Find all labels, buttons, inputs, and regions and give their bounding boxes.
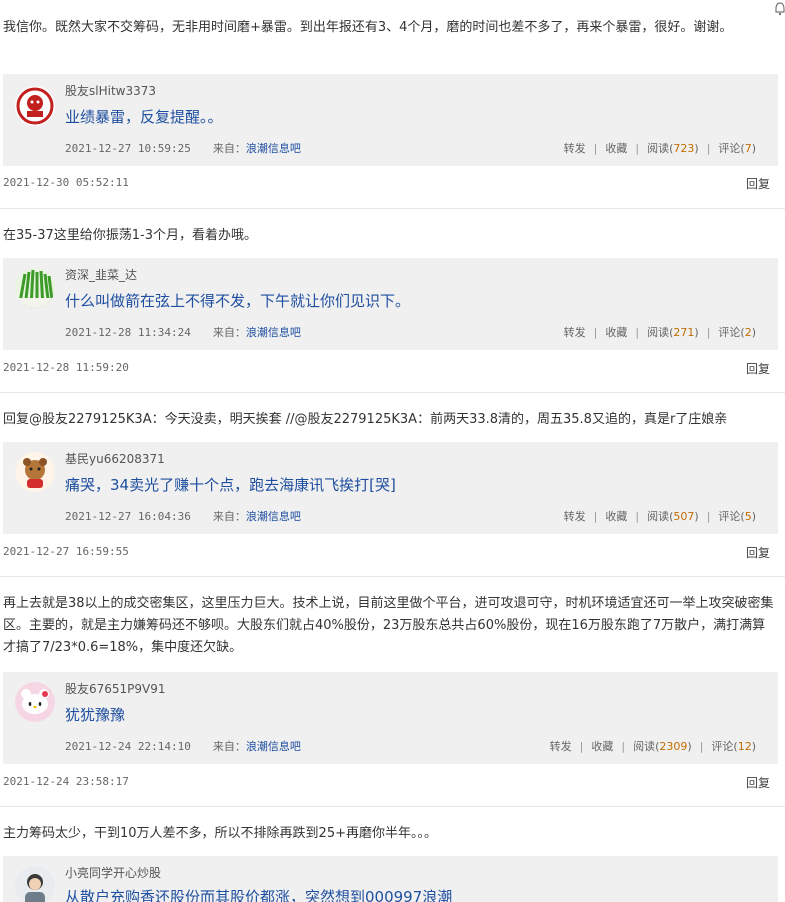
read-count: 阅读(2309) <box>633 740 692 753</box>
chives-avatar[interactable] <box>15 268 55 308</box>
reply-item: 再上去就是38以上的成交密集区，这里压力巨大。技术上说，目前这里做个平台，进可攻… <box>0 576 785 807</box>
quote-author[interactable]: 股友67651P9V91 <box>65 680 166 697</box>
comment-button[interactable]: 评论(5) <box>718 510 756 523</box>
source-link[interactable]: 浪潮信息吧 <box>246 740 301 753</box>
quote-actions: 转发 | 收藏 | 阅读(2309) | 评论(12) <box>549 740 756 753</box>
reply-button[interactable]: 回复 <box>746 544 770 561</box>
reply-text: 回复@股友2279125K3A：今天没卖，明天挨套 //@股友2279125K3… <box>3 412 728 427</box>
quoted-post: 股友67651P9V91 犹犹豫豫 2021-12-24 22:14:10 来自：… <box>3 672 778 764</box>
reply-item: 主力筹码太少，干到10万人差不多，所以不排除再跌到25+再磨你半年。。。 小亮同… <box>0 806 785 902</box>
read-count: 阅读(507) <box>647 510 699 523</box>
reply-text: 我信你。既然大家不交筹码，无非用时间磨+暴雷。到出年报还有3、4个月，磨的时间也… <box>3 20 733 35</box>
reply-item: 在35-37这里给你振荡1-3个月，看着办哦。 资深_韭菜_达 什么叫做箭在弦上… <box>0 208 785 393</box>
read-count: 阅读(723) <box>647 142 699 155</box>
person-avatar[interactable] <box>15 866 55 902</box>
quote-text[interactable]: 犹犹豫豫 <box>65 704 125 725</box>
comment-button[interactable]: 评论(2) <box>718 326 756 339</box>
comment-button[interactable]: 评论(12) <box>711 740 756 753</box>
quote-meta: 2021-12-27 10:59:25 来自：浪潮信息吧 <box>65 140 301 156</box>
quote-author[interactable]: 资深_韭菜_达 <box>65 266 137 283</box>
collect-button[interactable]: 收藏 <box>605 510 627 523</box>
comment-button[interactable]: 评论(7) <box>718 142 756 155</box>
red-seal-avatar[interactable] <box>15 86 55 126</box>
quote-meta: 2021-12-27 16:04:36 来自：浪潮信息吧 <box>65 508 301 524</box>
quote-time: 2021-12-28 11:34:24 <box>65 326 191 339</box>
reply-button[interactable]: 回复 <box>746 774 770 791</box>
collect-button[interactable]: 收藏 <box>591 740 613 753</box>
quote-text[interactable]: 业绩暴雷，反复提醒。。 <box>65 106 223 127</box>
quoted-post: 小亮同学开心炒股 从散户充购香还股份而其股价都涨，突然想到000997浪潮 <box>3 856 778 902</box>
quote-text[interactable]: 从散户充购香还股份而其股价都涨，突然想到000997浪潮 <box>65 886 452 902</box>
reply-text: 再上去就是38以上的成交密集区，这里压力巨大。技术上说，目前这里做个平台，进可攻… <box>3 596 774 655</box>
forward-button[interactable]: 转发 <box>550 740 572 753</box>
source-label: 来自： <box>212 326 246 339</box>
collect-button[interactable]: 收藏 <box>605 142 627 155</box>
forward-button[interactable]: 转发 <box>564 326 586 339</box>
forward-button[interactable]: 转发 <box>564 510 586 523</box>
reply-item: 回复@股友2279125K3A：今天没卖，明天挨套 //@股友2279125K3… <box>0 392 785 577</box>
forward-button[interactable]: 转发 <box>564 142 586 155</box>
source-link[interactable]: 浪潮信息吧 <box>246 326 301 339</box>
quote-author[interactable]: 股友slHitw3373 <box>65 82 156 99</box>
post-time: 2021-12-30 05:52:11 <box>3 176 129 189</box>
source-label: 来自： <box>212 740 246 753</box>
read-count: 阅读(271) <box>647 326 699 339</box>
quote-actions: 转发 | 收藏 | 阅读(507) | 评论(5) <box>563 510 756 523</box>
reply-button[interactable]: 回复 <box>746 360 770 377</box>
source-label: 来自： <box>212 142 246 155</box>
quote-actions: 转发 | 收藏 | 阅读(271) | 评论(2) <box>563 326 756 339</box>
source-link[interactable]: 浪潮信息吧 <box>246 142 301 155</box>
quote-time: 2021-12-24 22:14:10 <box>65 740 191 753</box>
source-label: 来自： <box>212 510 246 523</box>
hello-kitty-avatar[interactable] <box>15 682 55 722</box>
reply-text: 在35-37这里给你振荡1-3个月，看着办哦。 <box>3 228 258 243</box>
post-time: 2021-12-27 16:59:55 <box>3 545 129 558</box>
quote-author[interactable]: 基民yu66208371 <box>65 450 165 467</box>
quote-time: 2021-12-27 16:04:36 <box>65 510 191 523</box>
post-time: 2021-12-28 11:59:20 <box>3 361 129 374</box>
reply-text: 主力筹码太少，干到10万人差不多，所以不排除再跌到25+再磨你半年。。。 <box>3 826 437 841</box>
quoted-post: 资深_韭菜_达 什么叫做箭在弦上不得不发，下午就让你们见识下。 2021-12-… <box>3 258 778 350</box>
reply-item: 我信你。既然大家不交筹码，无非用时间磨+暴雷。到出年报还有3、4个月，磨的时间也… <box>0 0 785 209</box>
source-link[interactable]: 浪潮信息吧 <box>246 510 301 523</box>
quote-actions: 转发 | 收藏 | 阅读(723) | 评论(7) <box>563 142 756 155</box>
reply-button[interactable]: 回复 <box>746 175 770 192</box>
cartoon-avatar[interactable] <box>15 452 55 492</box>
quote-text[interactable]: 什么叫做箭在弦上不得不发，下午就让你们见识下。 <box>65 290 410 311</box>
quote-author[interactable]: 小亮同学开心炒股 <box>65 864 161 881</box>
quoted-post: 基民yu66208371 痛哭，34卖光了赚十个点，跑去海康讯飞挨打[哭] 20… <box>3 442 778 534</box>
quote-meta: 2021-12-24 22:14:10 来自：浪潮信息吧 <box>65 738 301 754</box>
quoted-post: 股友slHitw3373 业绩暴雷，反复提醒。。 2021-12-27 10:5… <box>3 74 778 166</box>
post-time: 2021-12-24 23:58:17 <box>3 775 129 788</box>
quote-text[interactable]: 痛哭，34卖光了赚十个点，跑去海康讯飞挨打[哭] <box>65 474 396 495</box>
quote-time: 2021-12-27 10:59:25 <box>65 142 191 155</box>
quote-meta: 2021-12-28 11:34:24 来自：浪潮信息吧 <box>65 324 301 340</box>
collect-button[interactable]: 收藏 <box>605 326 627 339</box>
